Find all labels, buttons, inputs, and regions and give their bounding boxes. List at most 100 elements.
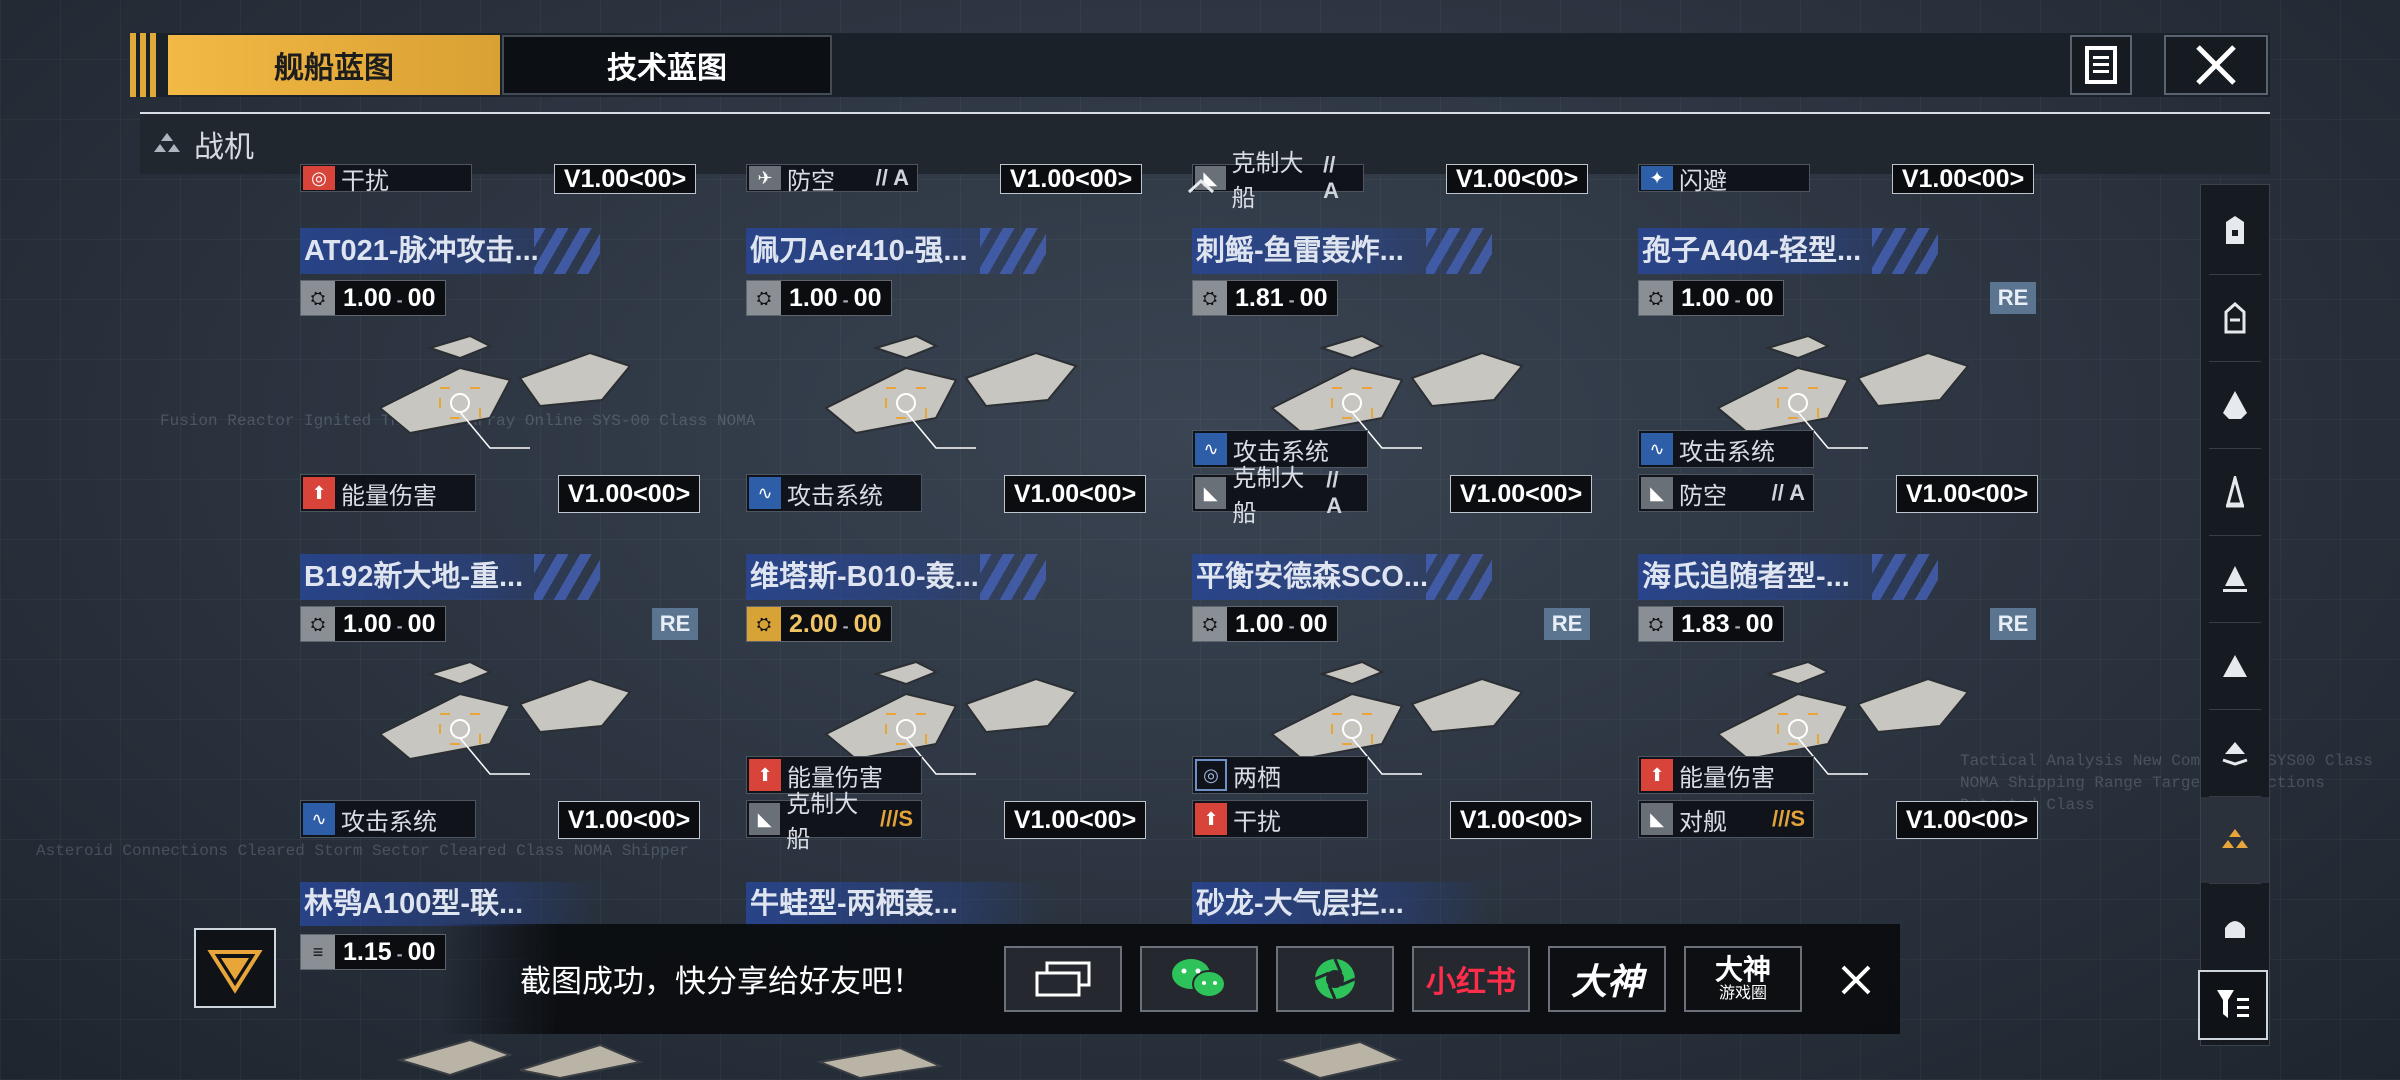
partial-card[interactable]: ◣ 克制大船// A V1.00<00> bbox=[1192, 150, 1588, 212]
rail-item-battleship[interactable] bbox=[2201, 275, 2269, 361]
card-title: AT021-脉冲攻击... bbox=[300, 228, 600, 274]
ship-card[interactable]: 刺鳐-鱼雷轰炸... ⛭ 1.81 - 00 ∿ 攻击系统 ◣ 克制大船 // … bbox=[1192, 228, 1592, 528]
rank-label: // A bbox=[1771, 480, 1805, 505]
share-close-icon[interactable] bbox=[1840, 964, 1872, 996]
version-label: V1.00<00> bbox=[1892, 164, 2034, 194]
attack-system-icon: ∿ bbox=[1195, 433, 1227, 465]
tag-label: 克制大船 bbox=[1232, 465, 1305, 527]
rail-item-cruiser[interactable] bbox=[2201, 362, 2269, 448]
ship-class-icon: ⛭ bbox=[1193, 607, 1227, 641]
rail-item-carrier[interactable] bbox=[2201, 187, 2269, 273]
share-moments-button[interactable] bbox=[1276, 946, 1394, 1012]
class-rank-icon: ◣ bbox=[1195, 477, 1227, 509]
version-label: V1.00<00> bbox=[1004, 801, 1146, 839]
tag: ✈ 防空 // A bbox=[746, 164, 918, 195]
version-chip: ≡ 1.15 - 00 bbox=[300, 934, 447, 970]
share-dashen-button[interactable]: 大神 bbox=[1548, 946, 1666, 1012]
class-rank-icon: ◣ bbox=[1641, 477, 1673, 509]
tag-label: 攻击系统 bbox=[787, 482, 883, 510]
share-dashen-circle-button[interactable]: 大神 游戏圈 bbox=[1684, 946, 1802, 1012]
evade-icon: ✦ bbox=[1641, 166, 1673, 190]
rank-label: // A bbox=[1326, 467, 1343, 518]
tab-tech-blueprint[interactable]: 技术蓝图 bbox=[502, 35, 832, 95]
rank-label: // A bbox=[875, 165, 909, 190]
wind-icon: ≡ bbox=[301, 935, 335, 969]
tab-ship-blueprint[interactable]: 舰船蓝图 bbox=[168, 35, 500, 95]
ship-class-icon: ⛭ bbox=[1639, 281, 1673, 315]
rail-item-support[interactable] bbox=[2201, 710, 2269, 796]
partial-card[interactable]: ◎ 干扰 V1.00<00> bbox=[300, 164, 696, 195]
ship-value-main: 1.15 bbox=[343, 937, 392, 966]
fighter-icon bbox=[2222, 829, 2248, 848]
tag: ◎ 干扰 bbox=[300, 164, 472, 195]
rail-item-frigate[interactable] bbox=[2201, 536, 2269, 622]
tag-label: 能量伤害 bbox=[341, 482, 437, 510]
card-title[interactable]: 牛蛙型-两栖轰... bbox=[746, 882, 1046, 926]
tag: ∿ 攻击系统 bbox=[300, 800, 476, 838]
dashen-label: 大神 bbox=[1570, 961, 1643, 1002]
ship-class-icon: ⛭ bbox=[747, 607, 781, 641]
ship-class-icon: ⛭ bbox=[301, 281, 335, 315]
close-icon bbox=[2196, 45, 2236, 85]
support-icon bbox=[2222, 742, 2248, 766]
ship-class-icon: ⛭ bbox=[747, 281, 781, 315]
tag: ∿ 攻击系统 bbox=[746, 474, 922, 512]
energy-damage-icon: ⬆ bbox=[1195, 803, 1227, 835]
ship-card[interactable]: 佩刀Aer410-强... ⛭ 1.00 - 00 ∿ 攻击系统 V1.00<0… bbox=[746, 228, 1146, 528]
antiair-icon: ✈ bbox=[749, 166, 781, 190]
scroll-up-chevron-icon[interactable] bbox=[1186, 176, 1216, 196]
ship-card[interactable]: 平衡安德森SCO... ⛭ 1.00 - 00 RE ◎ 两栖 ⬆ 干扰 V1.… bbox=[1192, 554, 1592, 854]
share-xiaohongshu-button[interactable]: 小红书 bbox=[1412, 946, 1530, 1012]
attack-system-icon: ∿ bbox=[303, 803, 335, 835]
tab-tech-blueprint-label: 技术蓝图 bbox=[607, 52, 727, 85]
ship-card[interactable]: AT021-脉冲攻击... ⛭ 1.00 - 00 ⬆ 能量伤害 V1.00<0… bbox=[300, 228, 700, 528]
ship-card[interactable]: 海氏追随者型-... ⛭ 1.83 - 00 RE ⬆ 能量伤害 ◣ 对舰 //… bbox=[1638, 554, 2038, 854]
ship-type-rail bbox=[2200, 184, 2270, 1046]
tag: ◣ 防空 // A bbox=[1638, 474, 1814, 512]
card-title: 海氏追随者型-... bbox=[1638, 554, 1938, 600]
tag-label: 两栖 bbox=[1233, 764, 1281, 792]
tag-label: 闪避 bbox=[1679, 167, 1727, 195]
attack-system-icon: ∿ bbox=[749, 477, 781, 509]
version-label: V1.00<00> bbox=[1450, 475, 1592, 513]
attack-system-icon: ∿ bbox=[1641, 433, 1673, 465]
card-title: 刺鳐-鱼雷轰炸... bbox=[1192, 228, 1492, 274]
share-screenshot-button[interactable] bbox=[1004, 946, 1122, 1012]
ship-illustration bbox=[824, 334, 1078, 449]
filter-button[interactable] bbox=[2198, 970, 2268, 1040]
notes-icon bbox=[2085, 46, 2117, 84]
ship-card[interactable]: 孢子A404-轻型... ⛭ 1.00 - 00 RE ∿ 攻击系统 ◣ 防空 … bbox=[1638, 228, 2038, 528]
rail-item-corvette[interactable] bbox=[2201, 623, 2269, 709]
tag: ⬆ 干扰 bbox=[1192, 800, 1368, 838]
ship-class-icon: ⛭ bbox=[1193, 281, 1227, 315]
close-button[interactable] bbox=[2164, 35, 2268, 95]
tag-label: 防空 bbox=[1679, 482, 1727, 510]
rail-item-other[interactable] bbox=[2201, 884, 2269, 970]
tag-label: 干扰 bbox=[1233, 808, 1281, 836]
partial-card[interactable]: ✦ 闪避 V1.00<00> bbox=[1638, 164, 2034, 195]
tag: ✦ 闪避 bbox=[1638, 164, 1810, 195]
tag: ◣ 克制大船 ///S bbox=[746, 791, 922, 853]
rail-item-fighter[interactable] bbox=[2201, 797, 2269, 883]
corvette-icon bbox=[2223, 655, 2247, 677]
rail-item-destroyer[interactable] bbox=[2201, 449, 2269, 535]
partial-card[interactable]: ✈ 防空 // A V1.00<00> bbox=[746, 164, 1142, 195]
filter-icon bbox=[2217, 990, 2249, 1018]
tag-label: 对舰 bbox=[1679, 808, 1727, 836]
version-label: V1.00<00> bbox=[1896, 801, 2038, 839]
version-label: V1.00<00> bbox=[1446, 164, 1588, 194]
rank-badge[interactable] bbox=[194, 928, 276, 1008]
tag: ∿ 攻击系统 bbox=[1638, 430, 1814, 468]
tag: ⬆ 能量伤害 bbox=[1638, 756, 1814, 794]
ship-card[interactable]: B192新大地-重... ⛭ 1.00 - 00 RE ∿ 攻击系统 V1.00… bbox=[300, 554, 700, 854]
tag: ◣ 克制大船// A bbox=[1192, 150, 1364, 212]
tag: ⬆ 能量伤害 bbox=[300, 474, 476, 512]
xiaohongshu-label: 小红书 bbox=[1426, 966, 1516, 999]
share-wechat-button[interactable] bbox=[1140, 946, 1258, 1012]
card-title[interactable]: 林鸮A100型-联... bbox=[300, 882, 600, 926]
pod-icon bbox=[2225, 921, 2245, 938]
rank-label: ///S bbox=[879, 806, 913, 831]
card-title[interactable]: 砂龙-大气层拦... bbox=[1192, 882, 1492, 926]
notes-button[interactable] bbox=[2070, 35, 2132, 95]
ship-card[interactable]: 维塔斯-B010-轰... ⛭ 2.00 - 00 ⬆ 能量伤害 ◣ 克制大船 … bbox=[746, 554, 1146, 854]
